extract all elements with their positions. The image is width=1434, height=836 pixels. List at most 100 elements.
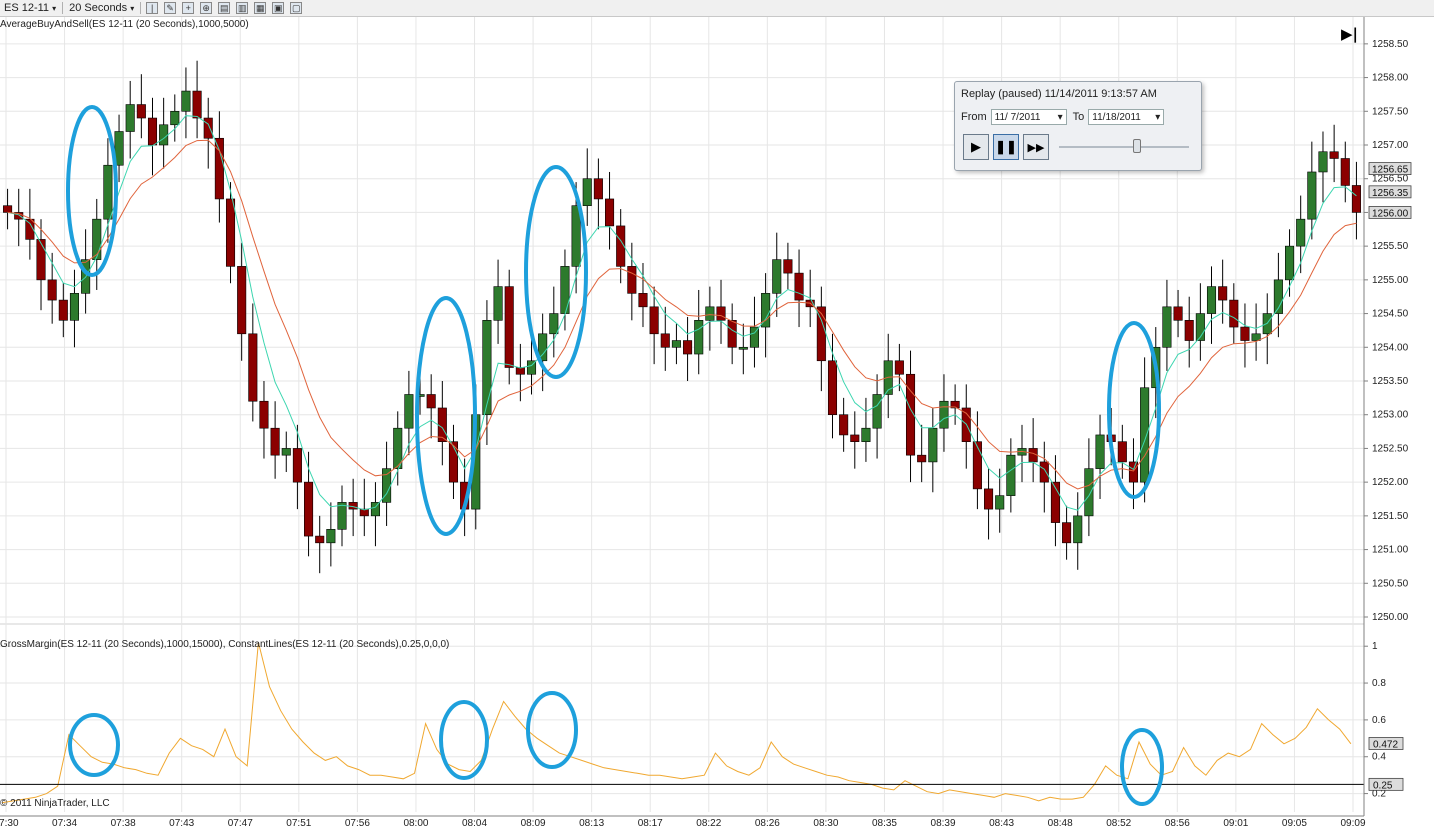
candle-body bbox=[515, 367, 525, 375]
jump-to-end-button[interactable]: ▶| bbox=[1341, 25, 1358, 44]
price-tick-label: 1257.50 bbox=[1372, 106, 1409, 117]
candle-body bbox=[627, 266, 637, 294]
candle-body bbox=[125, 104, 135, 132]
replay-speed-slider[interactable] bbox=[1059, 146, 1189, 148]
margin-marker-label: 0.472 bbox=[1373, 739, 1398, 750]
price-tick-label: 1254.50 bbox=[1372, 309, 1409, 320]
time-axis-label: 09:09 bbox=[1340, 818, 1365, 829]
price-marker-label: 1256.65 bbox=[1372, 165, 1409, 176]
highlight-circle bbox=[68, 713, 120, 777]
margin-tick-label: 0.8 bbox=[1372, 678, 1386, 689]
pause-icon: ❚❚ bbox=[995, 139, 1017, 154]
candle-body bbox=[1184, 320, 1194, 341]
candle-body bbox=[560, 266, 570, 314]
candle-body bbox=[426, 394, 436, 409]
candle-body bbox=[727, 320, 737, 348]
instrument-selector[interactable]: ES 12-11 ▾ bbox=[0, 0, 60, 16]
pause-button[interactable]: ❚❚ bbox=[993, 134, 1019, 160]
replay-title: Replay (paused) 11/14/2011 9:13:57 AM bbox=[961, 88, 1157, 100]
candle-body bbox=[928, 427, 938, 463]
fast-forward-button[interactable]: ▶▶ bbox=[1023, 134, 1049, 160]
candle-body bbox=[3, 205, 13, 213]
candle-body bbox=[404, 394, 414, 429]
replay-panel: Replay (paused) 11/14/2011 9:13:57 AM Fr… bbox=[954, 81, 1202, 171]
indicators-icon[interactable]: ▥ bbox=[236, 2, 249, 14]
candle-body bbox=[861, 427, 871, 442]
time-axis-label: 08:26 bbox=[755, 818, 780, 829]
candle-body bbox=[1296, 218, 1306, 247]
candle-body bbox=[1285, 245, 1295, 281]
upper-indicator-label: AverageBuyAndSell(ES 12-11 (20 Seconds),… bbox=[0, 19, 249, 30]
candle-body bbox=[1073, 515, 1083, 544]
time-axis-label: 08:04 bbox=[462, 818, 487, 829]
candle-body bbox=[671, 340, 681, 348]
time-axis-label: 08:39 bbox=[931, 818, 956, 829]
strategies-icon[interactable]: ▦ bbox=[254, 2, 267, 14]
candle-body bbox=[1229, 299, 1239, 328]
price-tick-label: 1253.50 bbox=[1372, 376, 1409, 387]
candle-body bbox=[147, 117, 158, 146]
price-tick-label: 1257.00 bbox=[1372, 140, 1409, 151]
candle-body bbox=[972, 441, 982, 490]
toolbar-divider bbox=[62, 2, 64, 14]
time-axis-label: 07:34 bbox=[52, 818, 77, 829]
toolbar-divider bbox=[140, 2, 142, 14]
time-axis-label: 08:35 bbox=[872, 818, 897, 829]
properties-icon[interactable]: ▤ bbox=[218, 2, 231, 14]
candle-body bbox=[984, 488, 994, 510]
time-axis-label: 07:47 bbox=[228, 818, 253, 829]
interval-selector[interactable]: 20 Seconds ▾ bbox=[65, 0, 138, 16]
candle-body bbox=[69, 293, 79, 321]
zoom-icon[interactable]: ⊕ bbox=[200, 2, 213, 14]
margin-tick-label: 0.4 bbox=[1372, 752, 1386, 763]
candle-body bbox=[437, 407, 447, 442]
price-tick-label: 1251.50 bbox=[1372, 511, 1409, 522]
candle-body bbox=[326, 529, 336, 544]
candle-body bbox=[281, 448, 291, 456]
time-axis-label: 08:17 bbox=[638, 818, 663, 829]
time-axis-label: 08:52 bbox=[1106, 818, 1131, 829]
candle-body bbox=[894, 360, 904, 375]
replay-slider-thumb[interactable] bbox=[1133, 139, 1141, 153]
candle-body bbox=[504, 286, 514, 368]
from-date-picker[interactable]: 11/ 7/2011 ▾ bbox=[990, 109, 1067, 125]
candle-body bbox=[1318, 151, 1328, 173]
candle-body bbox=[1307, 171, 1317, 220]
time-axis-label: 08:13 bbox=[579, 818, 604, 829]
data-box-icon[interactable]: ▢ bbox=[290, 2, 303, 14]
price-tick-label: 1250.50 bbox=[1372, 578, 1409, 589]
candle-body bbox=[170, 110, 180, 126]
fast-forward-icon: ▶▶ bbox=[1027, 141, 1045, 154]
time-axis-label: 09:05 bbox=[1282, 818, 1307, 829]
fast-average-line bbox=[7, 115, 1357, 511]
bar-type-icon[interactable]: | bbox=[146, 2, 159, 14]
candle-body bbox=[1206, 286, 1217, 314]
candle-body bbox=[1095, 434, 1105, 469]
candle-body bbox=[772, 259, 782, 294]
chevron-down-icon: ▾ bbox=[1155, 111, 1161, 123]
price-tick-label: 1251.00 bbox=[1372, 545, 1409, 556]
candle-body bbox=[917, 454, 927, 463]
to-date-picker[interactable]: 11/18/2011 ▾ bbox=[1088, 109, 1165, 125]
candle-body bbox=[370, 502, 380, 517]
candle-body bbox=[605, 198, 615, 227]
price-chart[interactable]: 07:30 07:34 07:38 07:43 07:47 07:51 07:56 08:00… bbox=[0, 17, 1434, 836]
candle-body bbox=[1240, 326, 1250, 341]
candle-body bbox=[593, 178, 603, 200]
candle-body bbox=[103, 164, 113, 220]
drawing-tool-icon[interactable]: ✎ bbox=[164, 2, 177, 14]
candle-body bbox=[850, 434, 860, 442]
candle-body bbox=[549, 313, 559, 335]
play-button[interactable]: ▶ bbox=[963, 134, 989, 160]
chevron-down-icon: ▾ bbox=[52, 3, 57, 13]
candle-body bbox=[705, 306, 715, 321]
candle-body bbox=[1084, 468, 1094, 517]
candle-body bbox=[872, 394, 882, 429]
candle-body bbox=[738, 346, 748, 350]
candle-body bbox=[248, 333, 258, 402]
candle-body bbox=[159, 124, 169, 146]
crosshair-icon[interactable]: + bbox=[182, 2, 195, 14]
candle-body bbox=[995, 495, 1005, 510]
chart-trader-icon[interactable]: ▣ bbox=[272, 2, 285, 14]
time-axis-label: 07:56 bbox=[345, 818, 370, 829]
